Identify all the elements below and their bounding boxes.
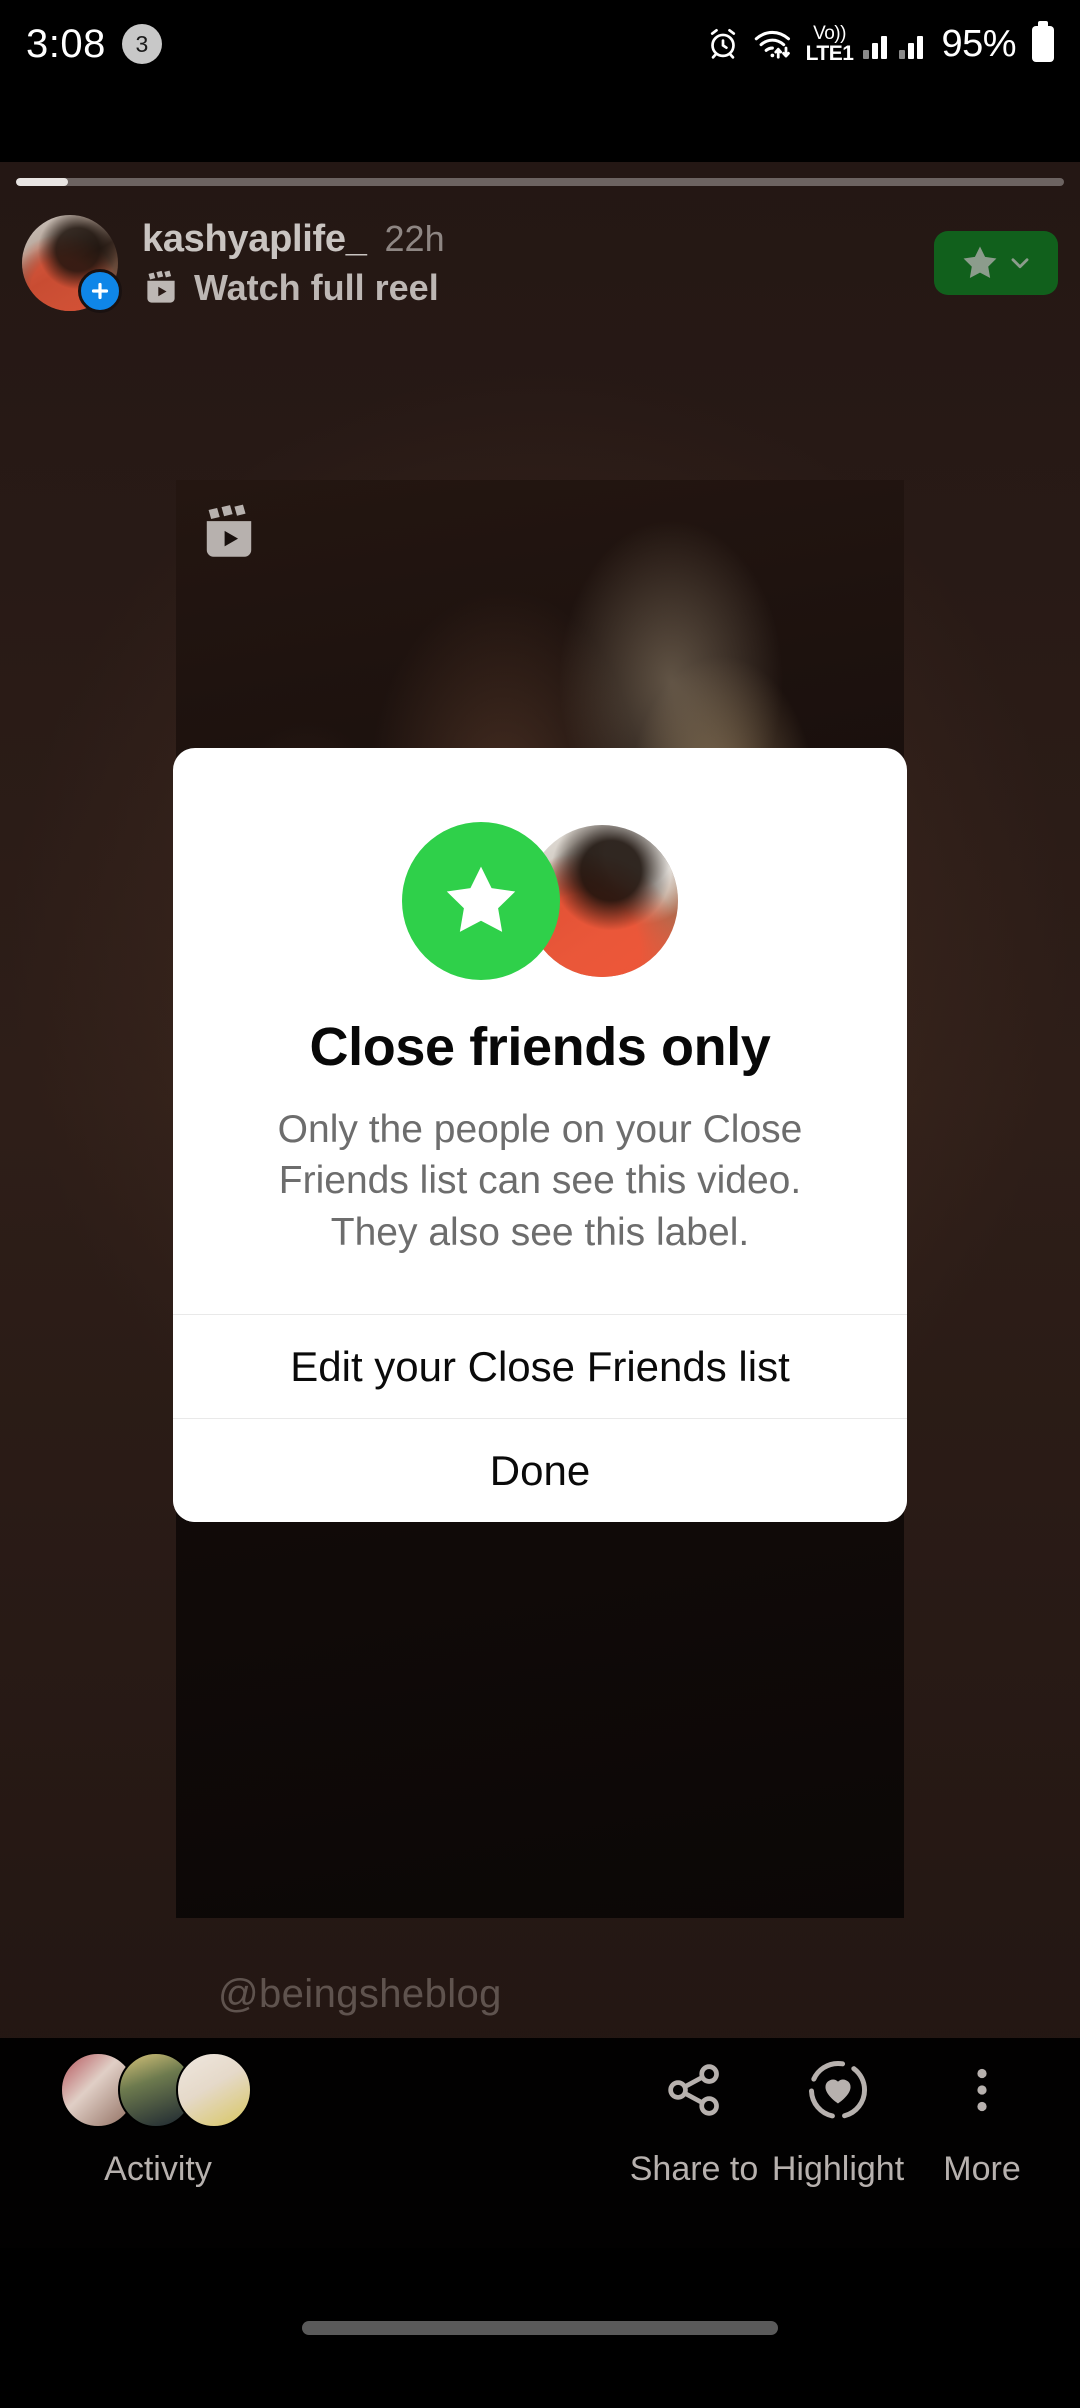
phone-screen: 3:08 3 Vo)) LTE1 95% kashyaplife_ 22h Wa…: [0, 0, 1080, 2408]
done-button[interactable]: Done: [173, 1418, 907, 1523]
dialog-body-text: Only the people on your Close Friends li…: [277, 1108, 803, 1254]
close-friends-star-icon: [402, 822, 560, 980]
dialog-buttons: Edit your Close Friends list Done: [173, 1314, 907, 1523]
edit-close-friends-list-button[interactable]: Edit your Close Friends list: [173, 1314, 907, 1419]
close-friends-dialog: Close friends only Only the people on yo…: [173, 748, 907, 1523]
dialog-icon-group: [173, 748, 907, 980]
dialog-title: Close friends only: [309, 1017, 771, 1077]
